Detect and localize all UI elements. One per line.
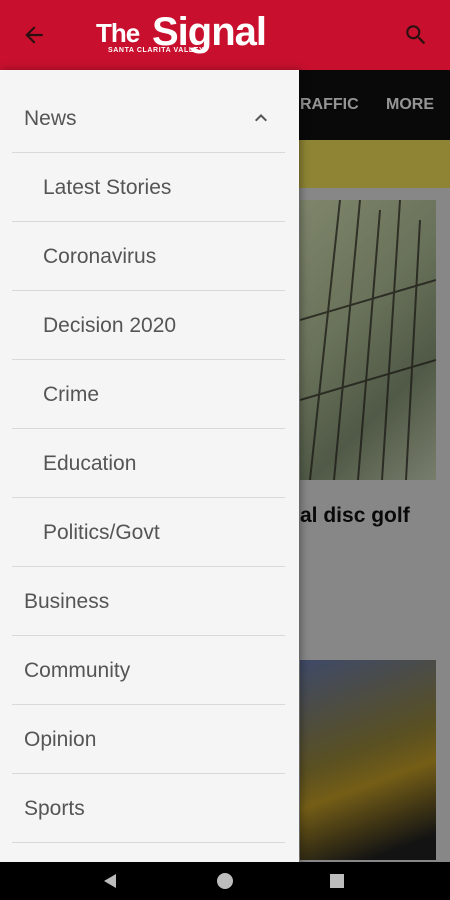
triangle-back-icon — [104, 874, 116, 888]
system-home-button[interactable] — [215, 871, 235, 891]
drawer-item-label: Decision 2020 — [43, 313, 177, 337]
square-recents-icon — [330, 874, 344, 888]
navigation-drawer: News Latest Stories Coronavirus Decision… — [0, 70, 299, 862]
logo-signal: Signal — [152, 10, 267, 54]
search-icon — [406, 25, 426, 45]
drawer-item-coronavirus[interactable]: Coronavirus — [0, 222, 299, 291]
logo-the: The — [96, 18, 140, 48]
drawer-item-opinion[interactable]: Opinion — [0, 705, 299, 774]
drawer-item-label: Coronavirus — [43, 244, 157, 268]
drawer-item-decision-2020[interactable]: Decision 2020 — [0, 291, 299, 360]
chevron-up-icon[interactable] — [249, 106, 273, 130]
arrow-left-icon — [25, 26, 43, 44]
drawer-item-business[interactable]: Business — [0, 567, 299, 636]
drawer-item-news[interactable]: News — [0, 84, 299, 153]
logo-tagline: SANTA CLARITA VALLEY — [108, 47, 205, 54]
drawer-item-education[interactable]: Education — [0, 429, 299, 498]
circle-home-icon — [217, 873, 233, 889]
drawer-item-label: Politics/Govt — [43, 520, 160, 544]
drawer-item-sports[interactable]: Sports — [0, 774, 299, 843]
back-button[interactable] — [14, 17, 54, 53]
search-button[interactable] — [396, 17, 436, 53]
app-bar: The Signal SANTA CLARITA VALLEY — [0, 0, 450, 70]
drawer-item-latest-stories[interactable]: Latest Stories — [0, 153, 299, 222]
system-recents-button[interactable] — [327, 871, 347, 891]
drawer-item-label: News — [24, 106, 77, 130]
drawer-item-label: Sports — [24, 796, 85, 820]
drawer-item-crime[interactable]: Crime — [0, 360, 299, 429]
drawer-item-label: Community — [24, 658, 131, 682]
divider — [12, 842, 285, 843]
drawer-item-label: Business — [24, 589, 110, 613]
the-signal-logo[interactable]: The Signal SANTA CLARITA VALLEY — [96, 10, 272, 60]
drawer-item-label: Education — [43, 451, 137, 475]
drawer-item-community[interactable]: Community — [0, 636, 299, 705]
drawer-item-label: Opinion — [24, 727, 97, 751]
drawer-item-politics-govt[interactable]: Politics/Govt — [0, 498, 299, 567]
system-navigation-bar — [0, 862, 450, 900]
drawer-item-label: Latest Stories — [43, 175, 172, 199]
drawer-item-label: Crime — [43, 382, 99, 406]
system-back-button[interactable] — [100, 871, 120, 891]
